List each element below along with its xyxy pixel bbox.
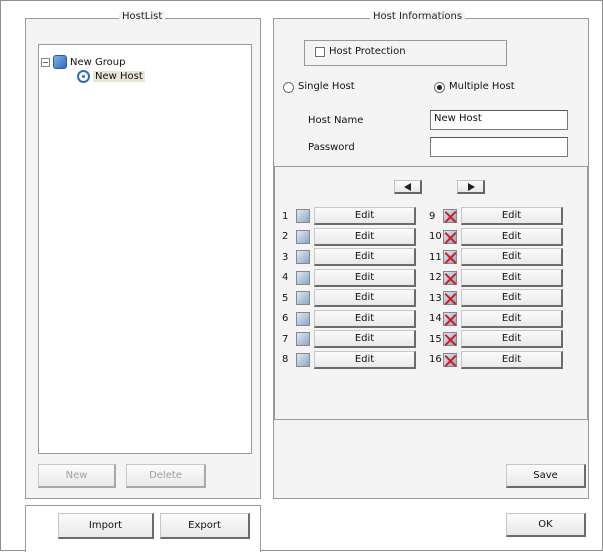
export-button[interactable]: Export (160, 513, 250, 539)
slot-edit-button[interactable]: Edit (314, 350, 416, 369)
previous-page-button[interactable] (394, 180, 422, 194)
slot-number: 5 (282, 292, 289, 304)
new-button[interactable]: New (38, 464, 116, 488)
ok-button[interactable]: OK (506, 513, 586, 537)
slot-number: 3 (282, 251, 289, 263)
host-computer-icon (296, 352, 310, 367)
host-slot: 13 Edit (429, 289, 563, 307)
slot-number: 14 (429, 313, 442, 324)
slot-edit-button[interactable]: Edit (461, 309, 563, 328)
slot-edit-button[interactable]: Edit (461, 330, 563, 348)
slot-number: 9 (429, 210, 436, 222)
single-host-radio[interactable] (283, 82, 294, 93)
slot-edit-button[interactable]: Edit (461, 268, 563, 287)
protection-box: Host Protection (304, 40, 507, 66)
collapse-icon[interactable]: − (41, 57, 50, 67)
host-info-title: Host Informations (370, 11, 466, 22)
slot-number: 1 (282, 210, 289, 222)
slot-number: 4 (282, 272, 289, 283)
host-disabled-icon (443, 250, 457, 264)
save-button[interactable]: Save (506, 464, 586, 488)
host-protection-label: Host Protection (329, 46, 406, 57)
host-slot: 7 Edit (282, 330, 416, 348)
host-name-label: Host Name (308, 115, 364, 126)
host-protection-checkbox[interactable] (315, 47, 325, 57)
host-slot: 1 Edit (282, 207, 416, 225)
delete-button[interactable]: Delete (126, 464, 206, 488)
slot-edit-button[interactable]: Edit (314, 227, 416, 246)
tree-item-new-group[interactable]: − New Group (41, 55, 125, 69)
password-label: Password (308, 142, 355, 153)
host-computer-icon (296, 209, 310, 223)
host-slot: 10 Edit (429, 227, 563, 246)
slot-number: 7 (282, 333, 289, 345)
host-disabled-icon (443, 332, 457, 346)
slot-number: 13 (429, 292, 442, 304)
next-page-button[interactable] (457, 180, 485, 194)
host-manager-dialog: HostList − New Group New Host New Delete… (0, 0, 603, 552)
host-computer-icon (296, 311, 310, 326)
arrow-right-icon (468, 183, 475, 191)
slot-number: 6 (282, 313, 289, 324)
host-slot: 15 Edit (429, 330, 563, 348)
slot-edit-button[interactable]: Edit (314, 309, 416, 328)
host-slot: 12 Edit (429, 268, 563, 287)
slot-edit-button[interactable]: Edit (461, 350, 563, 369)
slot-edit-button[interactable]: Edit (314, 207, 416, 225)
host-slot: 4 Edit (282, 268, 416, 287)
host-disabled-icon (443, 209, 457, 223)
host-computer-icon (296, 229, 310, 244)
slot-edit-button[interactable]: Edit (461, 289, 563, 307)
host-slot: 5 Edit (282, 289, 416, 307)
host-disabled-icon (443, 291, 457, 305)
tree-item-label: New Group (70, 56, 126, 68)
slot-edit-button[interactable]: Edit (461, 227, 563, 246)
host-disabled-icon (443, 311, 457, 326)
host-disabled-icon (443, 352, 457, 367)
slot-number: 16 (429, 354, 442, 365)
slot-edit-button[interactable]: Edit (314, 248, 416, 266)
slot-edit-button[interactable]: Edit (461, 248, 563, 266)
host-slot: 9 Edit (429, 207, 563, 225)
host-computer-icon (296, 332, 310, 346)
host-computer-icon (296, 291, 310, 305)
host-name-input[interactable]: New Host (430, 110, 568, 130)
host-slot: 11 Edit (429, 248, 563, 266)
host-slot: 3 Edit (282, 248, 416, 266)
host-slot: 14 Edit (429, 309, 563, 328)
host-tree[interactable]: − New Group New Host (38, 44, 252, 454)
multiple-host-radio[interactable] (434, 82, 445, 93)
multiple-host-label: Multiple Host (449, 81, 515, 92)
slot-edit-button[interactable]: Edit (461, 207, 563, 225)
host-computer-icon (296, 270, 310, 285)
tree-item-new-host[interactable]: New Host (77, 70, 145, 83)
slot-number: 12 (429, 272, 442, 283)
host-computer-icon (296, 250, 310, 264)
group-icon (53, 55, 67, 69)
password-input[interactable] (430, 137, 568, 157)
host-icon (77, 70, 90, 83)
single-host-label: Single Host (298, 81, 355, 92)
host-slot: 16 Edit (429, 350, 563, 369)
tree-item-label: New Host (93, 71, 145, 82)
slot-number: 15 (429, 333, 442, 345)
slot-edit-button[interactable]: Edit (314, 289, 416, 307)
slot-edit-button[interactable]: Edit (314, 330, 416, 348)
host-slot: 8 Edit (282, 350, 416, 369)
slot-number: 11 (429, 251, 442, 263)
slot-edit-button[interactable]: Edit (314, 268, 416, 287)
host-slot: 6 Edit (282, 309, 416, 328)
hostlist-title: HostList (119, 11, 166, 22)
slot-number: 10 (429, 231, 442, 242)
host-disabled-icon (443, 270, 457, 285)
import-button[interactable]: Import (58, 513, 154, 539)
slot-number: 2 (282, 231, 289, 242)
host-slot: 2 Edit (282, 227, 416, 246)
arrow-left-icon (404, 183, 411, 191)
slot-number: 8 (282, 354, 289, 365)
host-disabled-icon (443, 229, 457, 244)
